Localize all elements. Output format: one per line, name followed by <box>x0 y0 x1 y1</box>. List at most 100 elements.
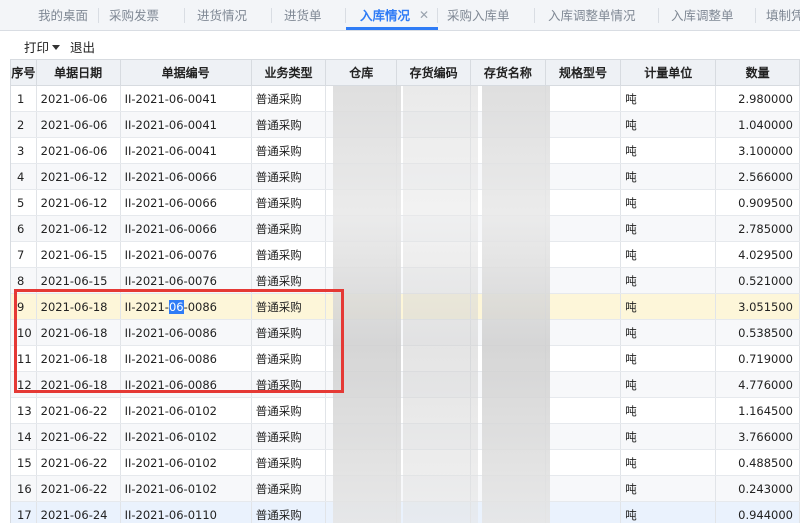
cell-uom: 吨 <box>620 475 717 502</box>
chevron-down-icon[interactable] <box>52 45 61 50</box>
cell-doc-no: II-2021-06-0110 <box>120 501 252 523</box>
cell-doc-no: II-2021-06-0041 <box>120 111 252 138</box>
cell-date: 2021-06-06 <box>36 111 121 138</box>
cell-qty: 0.909500 <box>715 189 800 216</box>
cell-qty: 2.980000 <box>715 85 800 112</box>
print-button[interactable]: 打印 <box>24 37 61 56</box>
cell-seq: 16 <box>11 475 37 502</box>
cell-uom: 吨 <box>620 137 717 164</box>
tab-divider <box>534 8 535 23</box>
cell-spec <box>545 215 622 242</box>
cell-biz-type: 普通采购 <box>251 241 327 268</box>
cell-qty: 3.100000 <box>715 137 800 164</box>
cell-date: 2021-06-06 <box>36 85 121 112</box>
cell-biz-type: 普通采购 <box>251 501 327 523</box>
cell-date: 2021-06-22 <box>36 397 121 424</box>
cell-spec <box>545 293 622 320</box>
cell-uom: 吨 <box>620 293 717 320</box>
cell-uom: 吨 <box>620 111 717 138</box>
tab-inbound-adjust-status[interactable]: 入库调整单情况 <box>548 0 636 31</box>
cell-spec <box>545 423 622 450</box>
tab-purchase-order[interactable]: 进货单 <box>284 0 322 31</box>
cell-uom: 吨 <box>620 371 717 398</box>
cell-doc-no: II-2021-06-0066 <box>120 163 252 190</box>
col-header-date[interactable]: 单据日期 <box>36 60 121 86</box>
cell-spec <box>545 475 622 502</box>
cell-date: 2021-06-12 <box>36 163 121 190</box>
cell-spec <box>545 319 622 346</box>
cell-qty: 0.488500 <box>715 449 800 476</box>
cell-doc-no: II-2021-06-0041 <box>120 85 252 112</box>
cell-biz-type: 普通采购 <box>251 423 327 450</box>
tab-purchase-status[interactable]: 进货情况 <box>197 0 247 31</box>
active-tab-indicator <box>346 27 438 30</box>
cell-uom: 吨 <box>620 163 717 190</box>
tab-divider <box>345 8 346 23</box>
cell-spec <box>545 189 622 216</box>
cell-biz-type: 普通采购 <box>251 111 327 138</box>
tab-purchase-invoice[interactable]: 采购发票 <box>109 0 159 31</box>
col-header-uom[interactable]: 计量单位 <box>620 60 717 86</box>
print-button-label: 打印 <box>24 40 50 55</box>
tab-divider <box>658 8 659 23</box>
cell-qty: 4.029500 <box>715 241 800 268</box>
cell-doc-no: II-2021-06-0102 <box>120 449 252 476</box>
cell-qty: 0.719000 <box>715 345 800 372</box>
cell-qty: 3.051500 <box>715 293 800 320</box>
cell-qty: 2.785000 <box>715 215 800 242</box>
cell-date: 2021-06-12 <box>36 189 121 216</box>
cell-qty: 0.521000 <box>715 267 800 294</box>
cell-uom: 吨 <box>620 501 717 523</box>
tab-divider <box>184 8 185 23</box>
cell-spec <box>545 137 622 164</box>
cell-date: 2021-06-22 <box>36 475 121 502</box>
cell-seq: 2 <box>11 111 37 138</box>
cell-uom: 吨 <box>620 423 717 450</box>
cell-doc-no: II-2021-06-0076 <box>120 241 252 268</box>
col-header-qty[interactable]: 数量 <box>715 60 800 86</box>
col-header-doc-no[interactable]: 单据编号 <box>120 60 252 86</box>
redaction-blur <box>403 86 478 523</box>
cell-qty: 0.538500 <box>715 319 800 346</box>
cell-biz-type: 普通采购 <box>251 397 327 424</box>
toolbar: 打印 退出 <box>0 31 800 59</box>
cell-seq: 4 <box>11 163 37 190</box>
cell-seq: 14 <box>11 423 37 450</box>
exit-button[interactable]: 退出 <box>70 37 95 56</box>
tab-my-desktop[interactable]: 我的桌面 <box>38 0 88 31</box>
cell-qty: 0.944000 <box>715 501 800 523</box>
cell-spec <box>545 501 622 523</box>
cell-spec <box>545 163 622 190</box>
col-header-seq[interactable]: 序号 <box>11 60 37 86</box>
cell-biz-type: 普通采购 <box>251 215 327 242</box>
cell-doc-no: II-2021-06-0102 <box>120 475 252 502</box>
close-icon[interactable]: ✕ <box>418 9 430 21</box>
cell-doc-no: II-2021-06-0066 <box>120 189 252 216</box>
cell-uom: 吨 <box>620 189 717 216</box>
col-header-spec[interactable]: 规格型号 <box>545 60 622 86</box>
cell-seq: 1 <box>11 85 37 112</box>
cell-date: 2021-06-06 <box>36 137 121 164</box>
tab-inbound-adjust-order[interactable]: 入库调整单 <box>671 0 734 31</box>
cell-date: 2021-06-24 <box>36 501 121 523</box>
cell-uom: 吨 <box>620 345 717 372</box>
cell-uom: 吨 <box>620 215 717 242</box>
tab-divider <box>755 8 756 23</box>
cell-qty: 3.766000 <box>715 423 800 450</box>
cell-seq: 15 <box>11 449 37 476</box>
cell-biz-type: 普通采购 <box>251 475 327 502</box>
cell-uom: 吨 <box>620 449 717 476</box>
cell-seq: 6 <box>11 215 37 242</box>
cell-spec <box>545 267 622 294</box>
col-header-item-name[interactable]: 存货名称 <box>470 60 546 86</box>
col-header-item-code[interactable]: 存货编码 <box>396 60 471 86</box>
col-header-biz-type[interactable]: 业务类型 <box>251 60 327 86</box>
table-header-row: 序号 单据日期 单据编号 业务类型 仓库 存货编码 存货名称 规格型号 计量单位… <box>11 60 800 86</box>
tab-divider <box>271 8 272 23</box>
cell-uom: 吨 <box>620 267 717 294</box>
tab-purchase-inbound-order[interactable]: 采购入库单 <box>447 0 510 31</box>
tab-voucher[interactable]: 填制凭 <box>766 0 800 31</box>
cell-biz-type: 普通采购 <box>251 137 327 164</box>
cell-spec <box>545 111 622 138</box>
col-header-warehouse[interactable]: 仓库 <box>325 60 398 86</box>
